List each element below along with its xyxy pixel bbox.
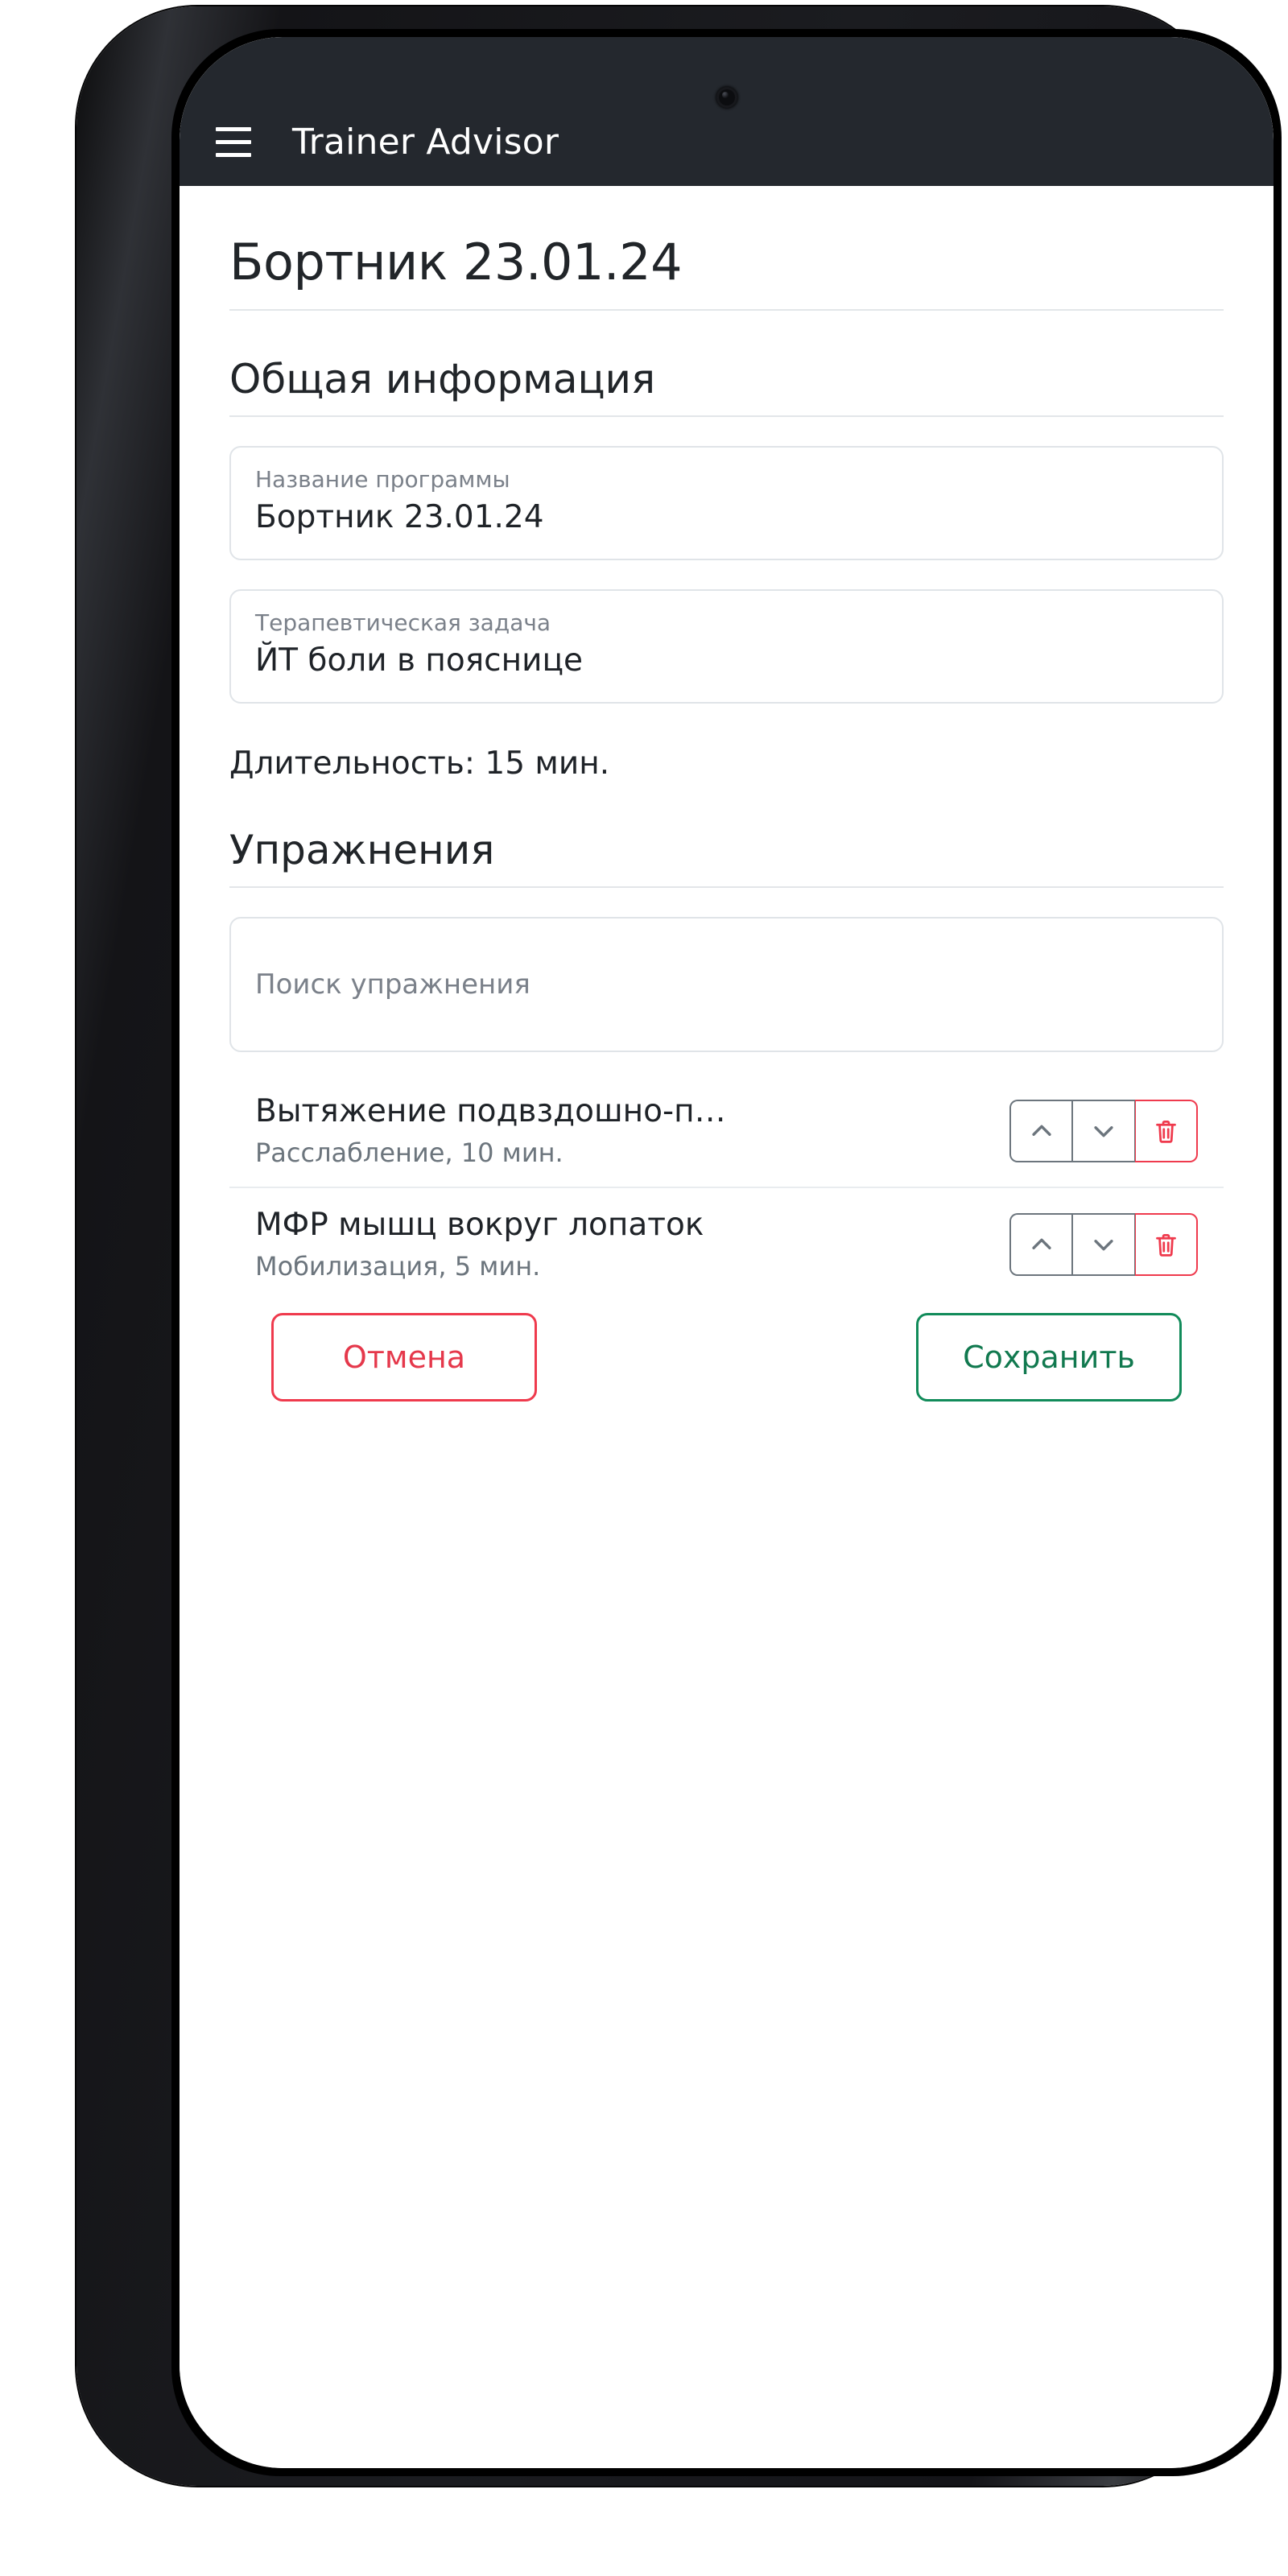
chevron-down-icon [1094,1240,1113,1251]
exercise-list: Вытяжение подвздошно-п… Расслабление, 10… [229,1075,1224,1300]
chevron-up-icon [1031,1125,1051,1137]
program-name-field[interactable]: Название программы Бортник 23.01.24 [229,446,1224,560]
move-down-button[interactable] [1072,1100,1135,1163]
chevron-up-icon [1031,1238,1051,1250]
save-button[interactable]: Сохранить [916,1312,1182,1402]
exercise-subtitle: Расслабление, 10 мин. [255,1137,564,1169]
exercise-list-item[interactable]: МФР мышц вокруг лопаток Мобилизация, 5 м… [229,1188,1224,1300]
trash-icon [1156,1233,1176,1257]
move-down-button[interactable] [1072,1213,1135,1277]
exercise-subtitle: Мобилизация, 5 мин. [255,1251,541,1282]
move-up-button[interactable] [1009,1213,1072,1277]
duration-text: Длительность: 15 мин. [229,745,610,782]
hamburger-line [216,126,251,131]
move-up-button[interactable] [1009,1100,1072,1163]
program-name-label: Название программы [255,466,510,493]
form-actions: Отмена Сохранить [229,1312,1224,1402]
search-exercise-input[interactable] [229,916,1224,1052]
page-body: Бортник 23.01.24 Общая информация Назван… [180,186,1274,2468]
therapeutic-task-field[interactable]: Терапевтическая задача ЙТ боли в поясниц… [229,588,1224,704]
program-name-value: Бортник 23.01.24 [255,499,544,535]
hamburger-line [216,152,251,157]
therapeutic-task-label: Терапевтическая задача [255,609,551,636]
exercise-text-block: МФР мышц вокруг лопаток Мобилизация, 5 м… [255,1206,1009,1284]
cancel-button[interactable]: Отмена [271,1312,537,1402]
phone-screen: Trainer Advisor Бортник 23.01.24 Общая и… [180,37,1274,2468]
section-heading-exercises: Упражнения [229,782,1224,888]
exercise-list-item[interactable]: Вытяжение подвздошно-п… Расслабление, 10… [229,1075,1224,1188]
exercise-title: Вытяжение подвздошно-п… [255,1092,726,1129]
front-camera-icon [716,87,737,108]
app-bar: Trainer Advisor [180,37,1274,186]
page-title: Бортник 23.01.24 [229,186,1224,311]
delete-exercise-button[interactable] [1135,1213,1198,1277]
exercise-row-actions [1009,1100,1198,1163]
app-bar-title: Trainer Advisor [292,122,559,163]
exercise-text-block: Вытяжение подвздошно-п… Расслабление, 10… [255,1092,1009,1170]
hamburger-menu-icon[interactable] [210,118,257,165]
hamburger-line [216,139,251,144]
delete-exercise-button[interactable] [1135,1100,1198,1163]
therapeutic-task-value: ЙТ боли в пояснице [255,642,584,679]
screen-content: Trainer Advisor Бортник 23.01.24 Общая и… [180,37,1274,2468]
exercise-title: МФР мышц вокруг лопаток [255,1206,704,1243]
chevron-down-icon [1094,1126,1113,1137]
exercise-row-actions [1009,1213,1198,1277]
trash-icon [1156,1120,1176,1143]
section-heading-general: Общая информация [229,311,1224,417]
phone-frame: Trainer Advisor Бортник 23.01.24 Общая и… [76,6,1282,2486]
